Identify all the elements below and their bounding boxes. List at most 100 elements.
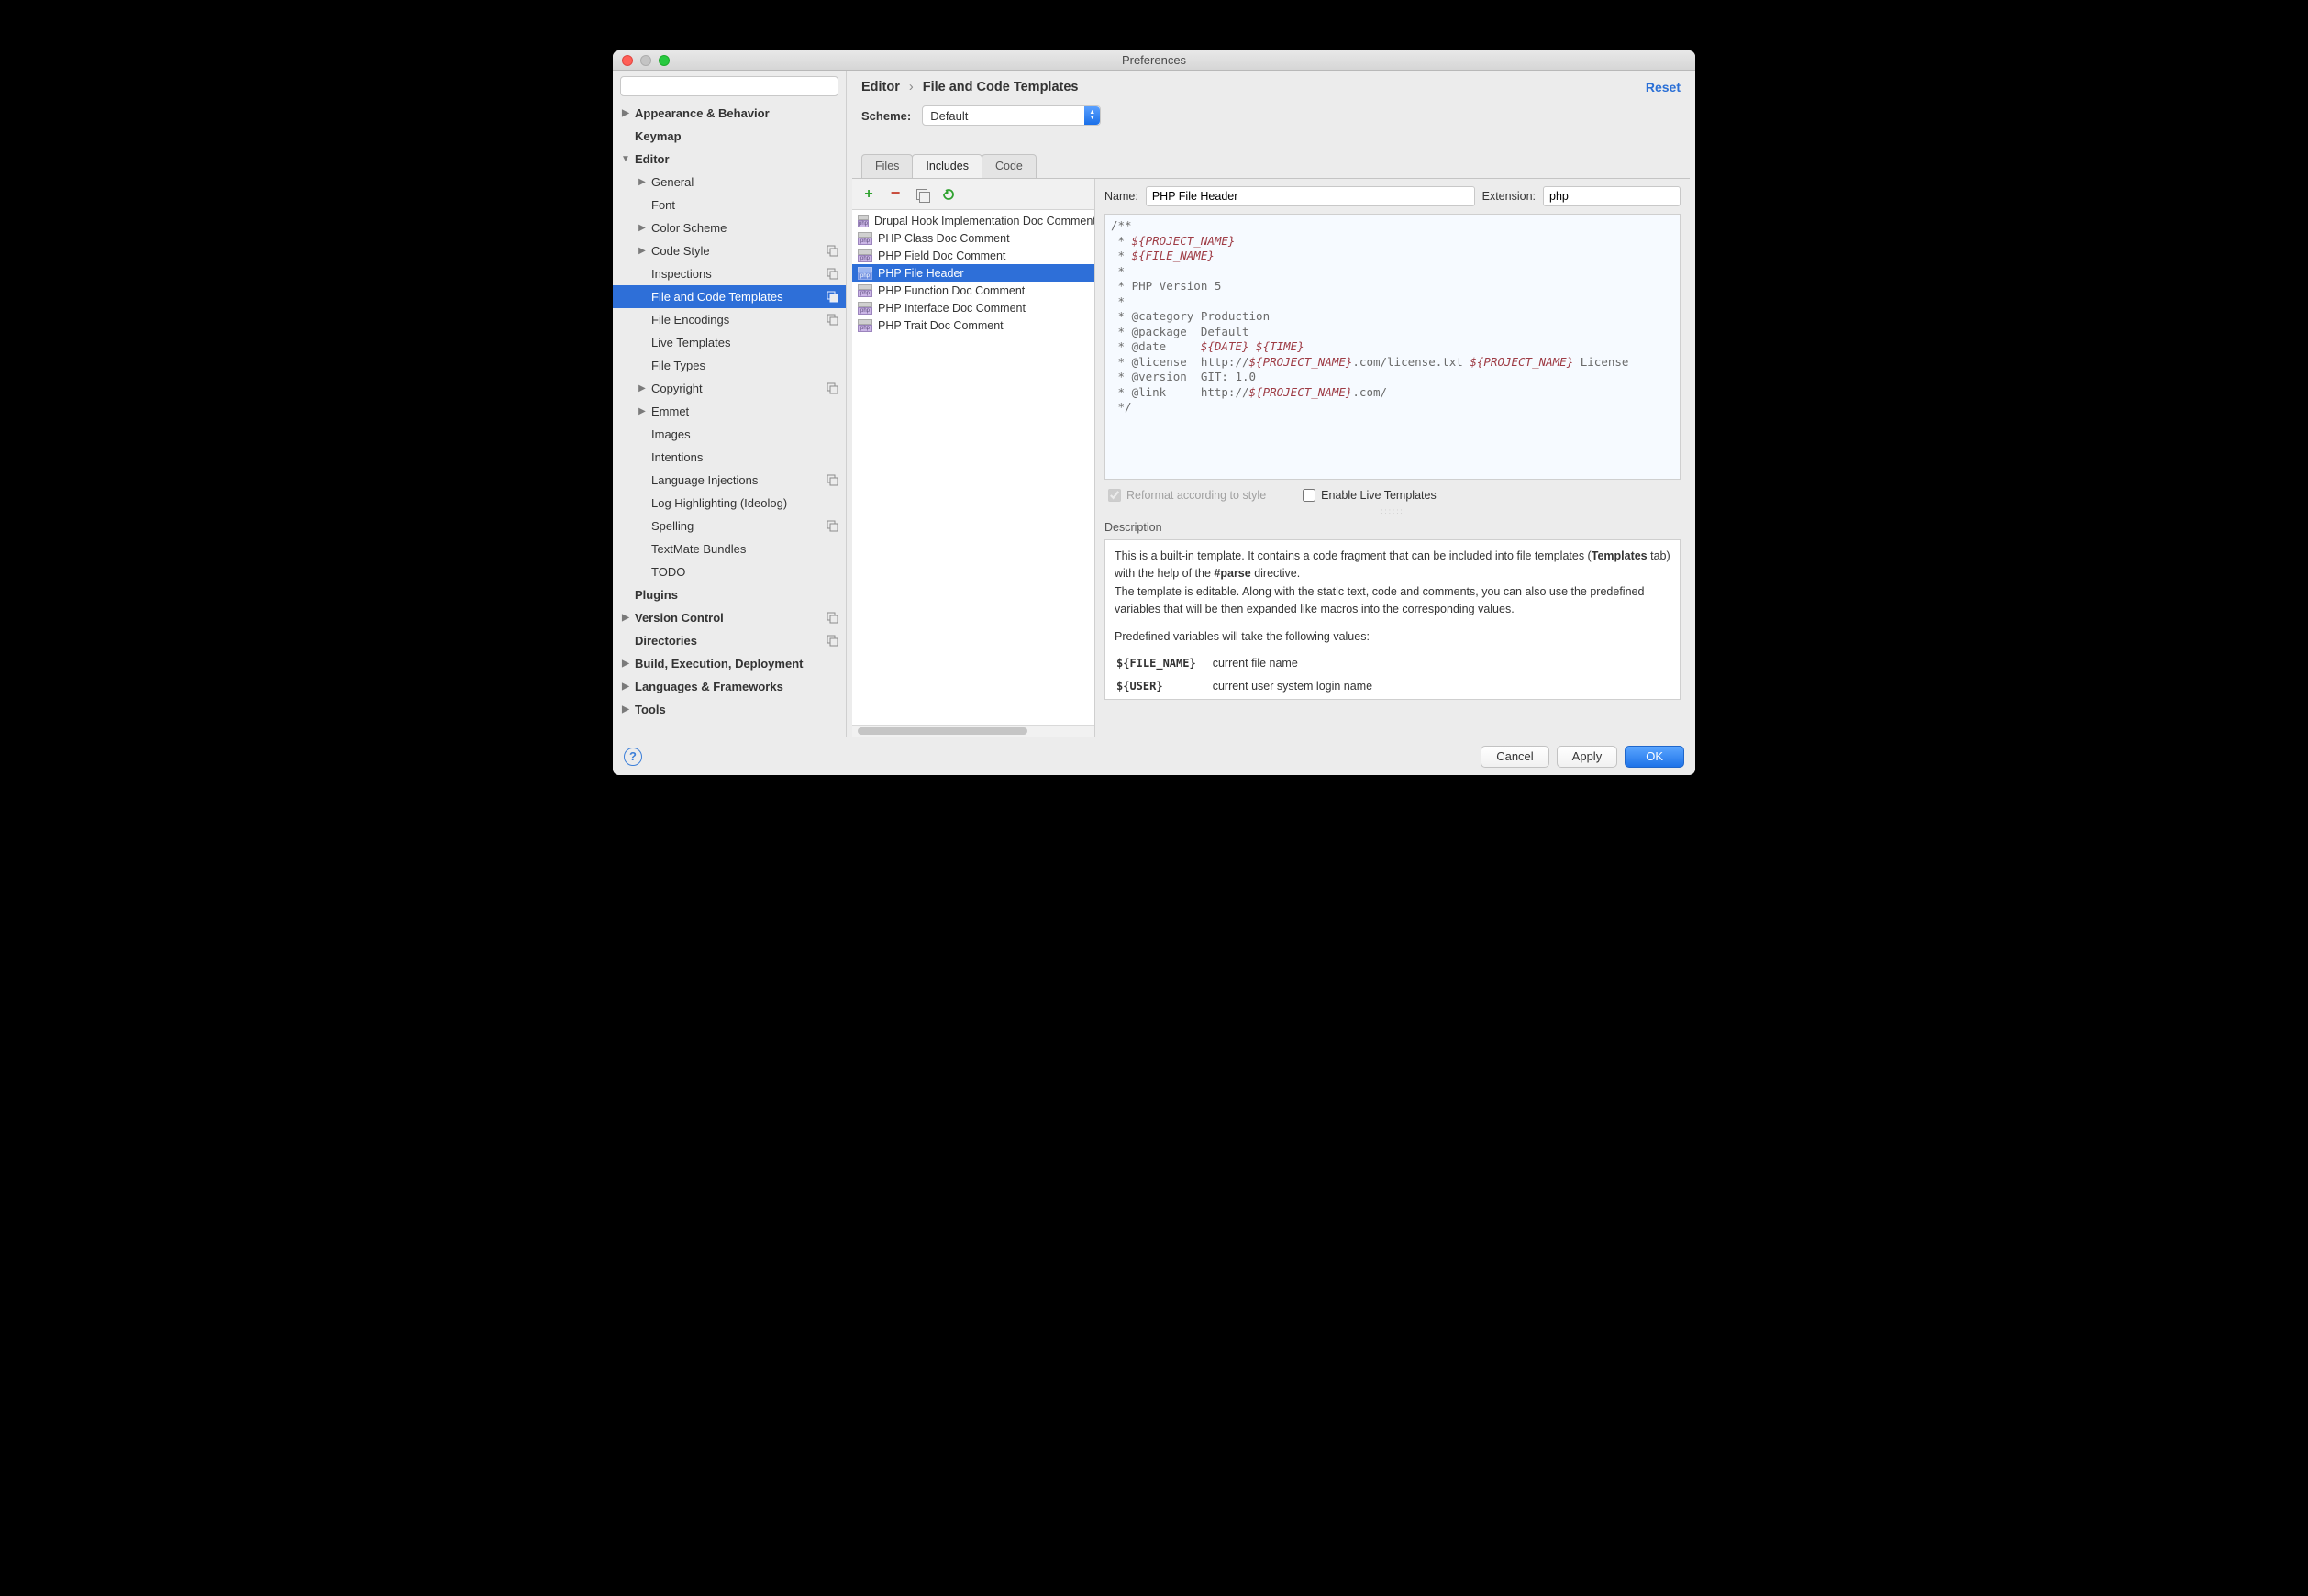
sidebar-item[interactable]: File Encodings [613, 308, 846, 331]
template-list[interactable]: phpDrupal Hook Implementation Doc Commen… [852, 210, 1094, 725]
sidebar-item-label: Version Control [635, 611, 724, 625]
php-file-icon: php [858, 302, 872, 315]
reformat-checkbox: Reformat according to style [1108, 489, 1266, 502]
sidebar-item[interactable]: Plugins [613, 583, 846, 606]
sidebar-item[interactable]: Font [613, 194, 846, 216]
live-templates-checkbox-input[interactable] [1303, 489, 1315, 502]
template-toolbar: + − [852, 179, 1094, 210]
sidebar-item[interactable]: Keymap [613, 125, 846, 148]
var-key: ${USER} [1116, 676, 1211, 697]
tab[interactable]: Files [861, 154, 913, 178]
sidebar-item[interactable]: ▼Editor [613, 148, 846, 171]
project-scope-icon [826, 474, 838, 487]
sidebar-item[interactable]: ▶Copyright [613, 377, 846, 400]
breadcrumb: Editor › File and Code Templates Reset [861, 80, 1681, 94]
sidebar-item[interactable]: Log Highlighting (Ideolog) [613, 492, 846, 515]
template-row[interactable]: phpDrupal Hook Implementation Doc Commen… [852, 212, 1094, 229]
sidebar-item-label: File Types [651, 359, 705, 372]
sidebar-item-label: Images [651, 427, 691, 441]
minimize-icon[interactable] [640, 55, 651, 66]
sidebar-item-label: Directories [635, 634, 697, 648]
sidebar-item-label: Copyright [651, 382, 703, 395]
sidebar-item[interactable]: ▶ Version Control [613, 606, 846, 629]
cancel-button[interactable]: Cancel [1481, 746, 1548, 768]
sidebar-item[interactable]: Live Templates [613, 331, 846, 354]
sidebar-item[interactable]: Inspections [613, 262, 846, 285]
preferences-window: Preferences 🔍 ▾ ▶Appearance & BehaviorKe… [613, 50, 1695, 775]
copy-icon[interactable] [915, 187, 929, 202]
var-key: ${FILE_NAME} [1116, 653, 1211, 674]
template-row[interactable]: phpPHP Trait Doc Comment [852, 316, 1094, 334]
sidebar-item-label: Appearance & Behavior [635, 106, 770, 120]
scheme-select[interactable]: Default ▲▼ [922, 105, 1101, 126]
chevron-right-icon: ▶ [637, 223, 648, 233]
php-file-icon: php [858, 232, 872, 245]
help-icon[interactable]: ? [624, 748, 642, 766]
chevron-right-icon: ▶ [620, 613, 631, 623]
template-label: PHP Class Doc Comment [878, 232, 1010, 245]
chevron-right-icon: ▶ [620, 108, 631, 118]
sidebar-item-label: Font [651, 198, 675, 212]
sidebar-item[interactable]: File Types [613, 354, 846, 377]
sidebar-item[interactable]: ▶ Appearance & Behavior [613, 102, 846, 125]
sidebar-item[interactable]: Language Injections [613, 469, 846, 492]
sidebar-item[interactable]: Images [613, 423, 846, 446]
reset-link[interactable]: Reset [1646, 80, 1681, 94]
sidebar-item[interactable]: Directories [613, 629, 846, 652]
sidebar-item[interactable]: Intentions [613, 446, 846, 469]
extension-label: Extension: [1482, 190, 1536, 203]
sidebar-item[interactable]: File and Code Templates [613, 285, 846, 308]
remove-icon[interactable]: − [888, 186, 903, 201]
template-code-editor[interactable]: /** * ${PROJECT_NAME} * ${FILE_NAME} * *… [1104, 214, 1681, 480]
sidebar-item[interactable]: ▶Emmet [613, 400, 846, 423]
name-input[interactable] [1146, 186, 1475, 206]
tabbar: FilesIncludesCode [861, 154, 1036, 178]
project-scope-icon [826, 245, 838, 258]
chevron-right-icon: ▶ [637, 406, 648, 416]
ok-button[interactable]: OK [1625, 746, 1684, 768]
dialog-footer: ? Cancel Apply OK [613, 737, 1695, 775]
sidebar-item-label: TODO [651, 565, 685, 579]
sidebar-item[interactable]: ▶Languages & Frameworks [613, 675, 846, 698]
template-row[interactable]: php PHP Class Doc Comment [852, 229, 1094, 247]
sidebar-item-label: Language Injections [651, 473, 758, 487]
template-label: PHP File Header [878, 267, 964, 280]
scheme-label: Scheme: [861, 109, 911, 123]
template-row[interactable]: phpPHP Field Doc Comment [852, 247, 1094, 264]
sidebar-item[interactable]: Spelling [613, 515, 846, 538]
tab[interactable]: Code [982, 154, 1037, 178]
splitter-handle-icon[interactable]: :::::: [1381, 507, 1404, 519]
sidebar-item[interactable]: ▶Build, Execution, Deployment [613, 652, 846, 675]
php-file-icon: php [858, 267, 872, 280]
live-templates-checkbox[interactable]: Enable Live Templates [1303, 489, 1437, 502]
sidebar-item-label: Build, Execution, Deployment [635, 657, 803, 671]
template-label: PHP Trait Doc Comment [878, 319, 1004, 332]
horizontal-scrollbar[interactable] [852, 725, 1094, 737]
tab[interactable]: Includes [912, 154, 982, 178]
description-heading: Description [1095, 519, 1690, 536]
sidebar-item[interactable]: ▶Code Style [613, 239, 846, 262]
sidebar-item[interactable]: ▶Tools [613, 698, 846, 721]
sidebar-item[interactable]: TextMate Bundles [613, 538, 846, 560]
search-input[interactable] [620, 76, 838, 96]
var-desc: current user system login name [1213, 676, 1387, 697]
template-row[interactable]: php PHP File Header [852, 264, 1094, 282]
settings-tree[interactable]: ▶ Appearance & Behavior Keymap▼Editor▶Gene… [613, 102, 846, 737]
add-icon[interactable]: + [861, 187, 876, 202]
close-icon[interactable] [622, 55, 633, 66]
template-label: PHP Function Doc Comment [878, 284, 1025, 297]
chevron-updown-icon: ▲▼ [1084, 106, 1100, 125]
template-row[interactable]: phpPHP Function Doc Comment [852, 282, 1094, 299]
var-desc: current file name [1213, 653, 1387, 674]
sidebar-item[interactable]: TODO [613, 560, 846, 583]
apply-button[interactable]: Apply [1557, 746, 1618, 768]
refresh-icon[interactable] [941, 187, 956, 202]
template-row[interactable]: phpPHP Interface Doc Comment [852, 299, 1094, 316]
project-scope-icon [826, 612, 838, 625]
zoom-icon[interactable] [659, 55, 670, 66]
template-label: Drupal Hook Implementation Doc Comment [874, 215, 1094, 227]
sidebar-item[interactable]: ▶General [613, 171, 846, 194]
extension-input[interactable] [1543, 186, 1681, 206]
sidebar-item[interactable]: ▶Color Scheme [613, 216, 846, 239]
sidebar-item-label: Inspections [651, 267, 712, 281]
